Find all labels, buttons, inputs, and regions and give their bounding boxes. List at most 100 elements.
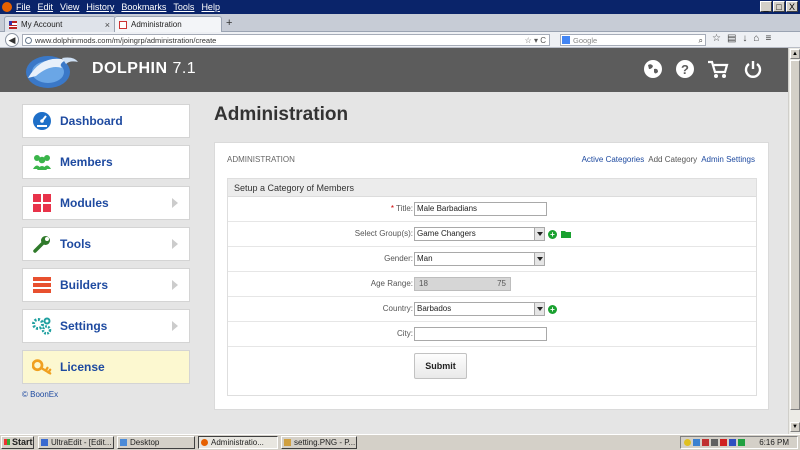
chevron-down-icon [534, 253, 544, 265]
clock: 6:16 PM [759, 438, 789, 447]
required-mark: * [390, 204, 394, 213]
tab-administration[interactable]: Administration [114, 16, 222, 32]
admin-panel: ADMINISTRATION Active Categories Add Cat… [214, 142, 769, 410]
url-path: /m/joingrp/administration/create [111, 36, 217, 45]
country-row: Country: Barbados + [228, 297, 756, 322]
tab-label: Administration [131, 20, 182, 29]
flag-icon [9, 20, 17, 29]
taskbar-button-paint[interactable]: setting.PNG - P... [281, 436, 357, 449]
tray-icon[interactable] [729, 439, 736, 446]
scrollbar-thumb[interactable] [790, 60, 800, 410]
form-title: Setup a Category of Members [228, 179, 756, 197]
submit-button[interactable]: Submit [414, 353, 467, 379]
bookmarks-list-icon[interactable]: ▤ [727, 33, 736, 44]
builders-icon [32, 275, 52, 295]
group-label: Select Group(s): [354, 229, 413, 238]
admin-settings-link[interactable]: Admin Settings [701, 155, 755, 164]
tray-icon[interactable] [720, 439, 727, 446]
age-range-input[interactable]: 18 75 [414, 277, 511, 291]
page-scrollbar[interactable]: ▲ ▼ [788, 48, 800, 434]
taskbar-button-ultraedit[interactable]: UltraEdit - [Edit... [38, 436, 114, 449]
age-min: 18 [419, 279, 428, 288]
tray-icon[interactable] [738, 439, 745, 446]
sidebar-item-license[interactable]: License [22, 350, 190, 384]
chevron-right-icon [172, 321, 178, 331]
gender-select[interactable]: Man [414, 252, 545, 266]
brand-name: DOLPHIN 7.1 [92, 60, 196, 78]
tray-icon[interactable] [702, 439, 709, 446]
title-input[interactable]: Male Barbadians [414, 202, 547, 216]
close-tab-icon[interactable]: × [105, 20, 110, 30]
submit-row: Submit [228, 347, 756, 383]
reload-icon[interactable]: ☆ ▾ C [525, 35, 546, 46]
globe-icon[interactable] [640, 56, 666, 82]
tray-icon[interactable] [711, 439, 718, 446]
dolphin-logo[interactable] [22, 50, 80, 90]
tray-icon[interactable] [684, 439, 691, 446]
home-icon[interactable]: ⌂ [753, 33, 759, 44]
group-select[interactable]: Game Changers [414, 227, 545, 241]
download-icon[interactable]: ↓ [742, 33, 747, 44]
taskbar-button-administration[interactable]: Administratio... [198, 436, 278, 449]
search-icon[interactable]: ⌕ [699, 35, 703, 46]
desktop-icon [120, 439, 127, 446]
help-icon[interactable]: ? [672, 56, 698, 82]
menu-view[interactable]: View [60, 2, 79, 12]
chevron-right-icon [172, 239, 178, 249]
sidebar-item-builders[interactable]: Builders [22, 268, 190, 302]
taskbar: Start UltraEdit - [Edit... Desktop Admin… [0, 434, 800, 450]
bookmark-star-icon[interactable]: ☆ [712, 33, 721, 44]
add-country-icon[interactable]: + [548, 305, 557, 314]
scroll-up-icon[interactable]: ▲ [790, 49, 800, 59]
new-tab-button[interactable]: + [226, 17, 232, 29]
scroll-down-icon[interactable]: ▼ [790, 422, 800, 432]
copyright-link[interactable]: © BoonEx [22, 390, 58, 399]
folder-icon[interactable] [561, 230, 571, 238]
minimize-button[interactable]: _ [760, 1, 772, 12]
chevron-right-icon [172, 280, 178, 290]
age-max: 75 [497, 279, 506, 288]
page-title: Administration [214, 104, 349, 125]
tab-strip: My Account × Administration + [0, 14, 800, 32]
start-button[interactable]: Start [1, 436, 34, 449]
maximize-button[interactable]: □ [773, 1, 785, 12]
sidebar-item-label: Tools [60, 237, 92, 251]
sidebar-item-settings[interactable]: Settings [22, 309, 190, 343]
city-input[interactable] [414, 327, 547, 341]
menu-history[interactable]: History [86, 2, 114, 12]
add-group-icon[interactable]: + [548, 230, 557, 239]
sidebar-item-dashboard[interactable]: Dashboard [22, 104, 190, 138]
address-bar[interactable]: www.dolphinmods.com/m/joingrp/administra… [22, 34, 550, 46]
active-categories-link[interactable]: Active Categories [582, 155, 645, 164]
menu-bookmarks[interactable]: Bookmarks [121, 2, 166, 12]
brand-text: DOLPHIN [92, 60, 168, 77]
age-label: Age Range: [370, 279, 413, 288]
sidebar-item-tools[interactable]: Tools [22, 227, 190, 261]
cart-icon[interactable] [705, 56, 731, 82]
country-select[interactable]: Barbados [414, 302, 545, 316]
brand-version: 7.1 [172, 60, 197, 77]
settings-icon [32, 316, 52, 336]
sidebar-item-label: Dashboard [60, 114, 123, 128]
search-bar[interactable]: Google ⌕ [560, 34, 706, 46]
menu-file[interactable]: File [16, 2, 31, 12]
url-host: www.dolphinmods.com [35, 36, 112, 45]
power-icon[interactable] [740, 56, 766, 82]
add-category-link[interactable]: Add Category [648, 155, 697, 164]
close-window-button[interactable]: X [786, 1, 798, 12]
members-icon [32, 152, 52, 172]
sidebar-item-members[interactable]: Members [22, 145, 190, 179]
menu-tools[interactable]: Tools [173, 2, 194, 12]
panel-menu: Active Categories Add Category Admin Set… [582, 155, 755, 164]
tab-my-account[interactable]: My Account × [4, 16, 116, 32]
menu-icon[interactable]: ≡ [765, 33, 771, 44]
navigation-bar: ◀ www.dolphinmods.com/m/joingrp/administ… [0, 32, 800, 48]
taskbar-button-desktop[interactable]: Desktop [117, 436, 195, 449]
toolbar-icons: ☆ ▤ ↓ ⌂ ≡ [712, 33, 771, 44]
sidebar-item-modules[interactable]: Modules [22, 186, 190, 220]
tray-icon[interactable] [693, 439, 700, 446]
gender-select-value: Man [417, 254, 433, 263]
menu-edit[interactable]: Edit [38, 2, 54, 12]
back-button[interactable]: ◀ [5, 33, 19, 47]
menu-help[interactable]: Help [201, 2, 220, 12]
